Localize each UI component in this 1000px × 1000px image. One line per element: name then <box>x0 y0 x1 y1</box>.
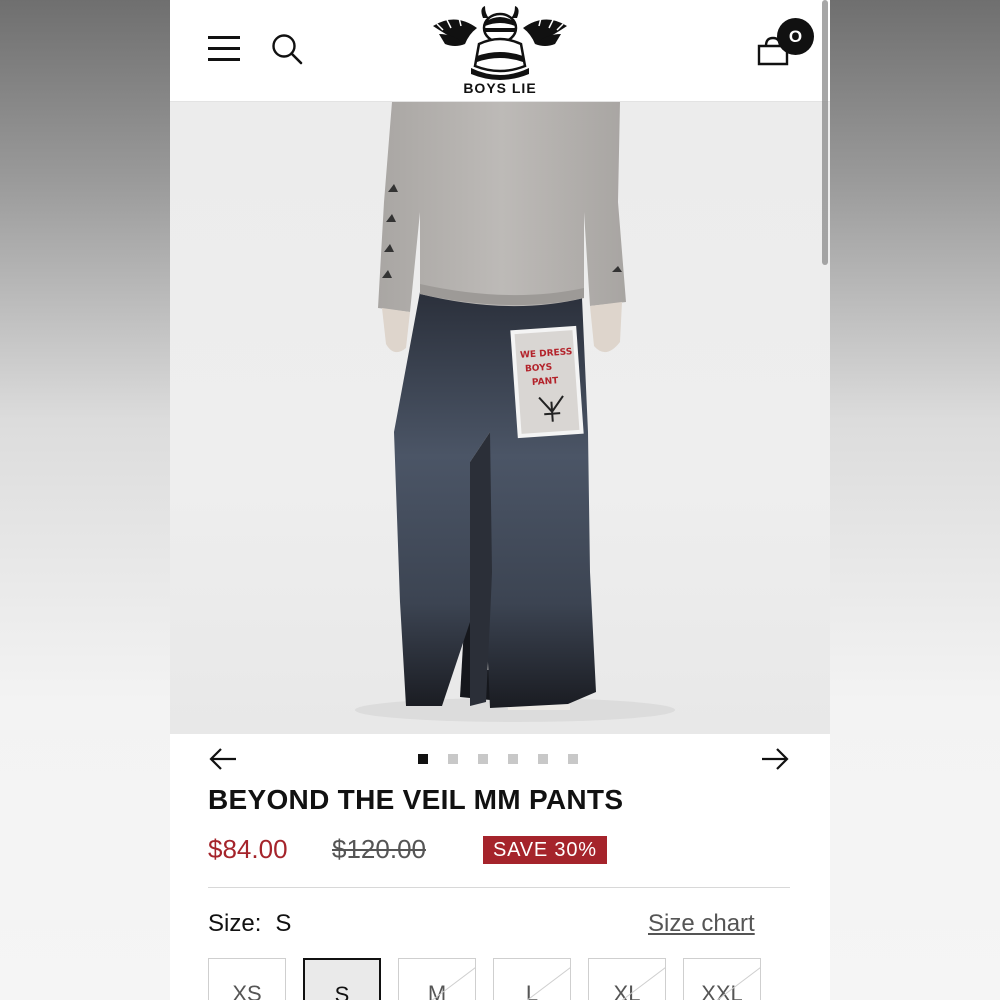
arrow-left-icon[interactable] <box>208 746 238 772</box>
gallery-dot[interactable] <box>478 754 488 764</box>
size-option-label: S <box>334 982 350 1000</box>
size-chart-link[interactable]: Size chart <box>648 910 755 938</box>
brand-name: BOYS LIE <box>463 80 537 96</box>
gallery-dot[interactable] <box>568 754 578 764</box>
product-page: BOYS LIE O WE DRESS BOYS PANT BEYOND THE… <box>170 0 830 1000</box>
price-row: $84.00 $120.00 SAVE 30% <box>208 834 808 868</box>
compare-price: $120.00 <box>332 834 426 864</box>
hamburger-menu-icon[interactable] <box>208 36 240 62</box>
gallery-dot[interactable] <box>508 754 518 764</box>
angel-mascot-icon <box>433 6 567 80</box>
brand-logo[interactable]: BOYS LIE <box>425 4 575 98</box>
size-option-xs[interactable]: XS <box>208 958 286 1000</box>
cart-count-badge[interactable]: O <box>777 18 814 55</box>
size-option-s[interactable]: S <box>303 958 381 1000</box>
size-option-xxl[interactable]: XXL <box>683 958 761 1000</box>
selected-size-value: S <box>275 910 292 937</box>
divider <box>208 887 790 888</box>
arrow-right-icon[interactable] <box>760 746 790 772</box>
search-icon[interactable] <box>270 32 304 66</box>
product-image[interactable]: WE DRESS BOYS PANT <box>170 102 830 734</box>
model-photo: WE DRESS BOYS PANT <box>355 102 675 722</box>
gallery-dot[interactable] <box>538 754 548 764</box>
size-option-m[interactable]: M <box>398 958 476 1000</box>
product-title: BEYOND THE VEIL MM PANTS <box>208 784 624 815</box>
site-header: BOYS LIE O <box>170 0 830 102</box>
size-label: Size: S <box>208 910 291 938</box>
save-badge: SAVE 30% <box>483 836 607 864</box>
size-options: XS S M L XL XXL <box>208 958 808 1000</box>
size-option-xl[interactable]: XL <box>588 958 666 1000</box>
size-label-text: Size: <box>208 910 262 937</box>
patch-line-2: BOYS <box>525 363 553 375</box>
size-option-label: XS <box>232 981 262 1000</box>
gallery-dot[interactable] <box>418 754 428 764</box>
gallery-nav <box>170 736 830 782</box>
gallery-dots <box>418 754 588 764</box>
patch-line-3: PANT <box>532 376 560 388</box>
size-option-l[interactable]: L <box>493 958 571 1000</box>
sale-price: $84.00 <box>208 834 288 864</box>
page-scrollbar[interactable] <box>822 0 828 265</box>
gallery-dot[interactable] <box>448 754 458 764</box>
